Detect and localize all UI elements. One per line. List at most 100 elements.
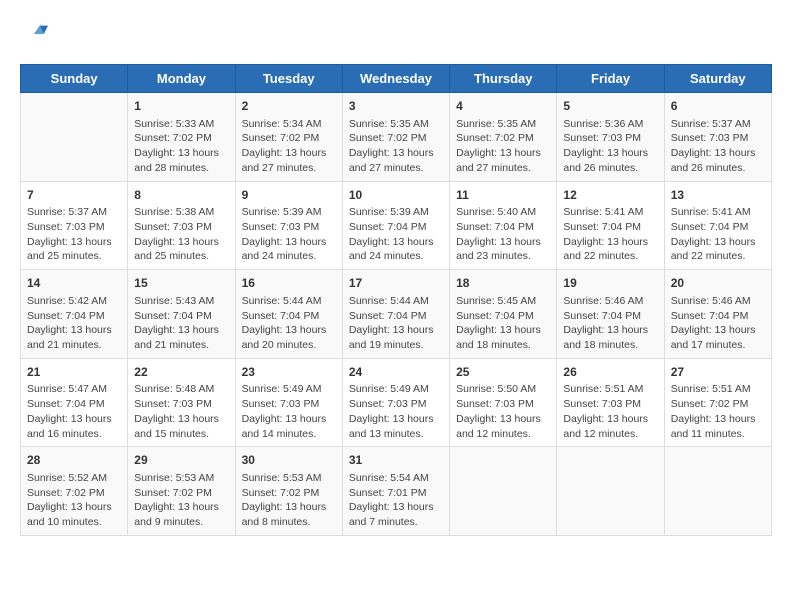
calendar-week-4: 21Sunrise: 5:47 AMSunset: 7:04 PMDayligh… xyxy=(21,358,772,447)
day-number: 31 xyxy=(349,452,443,469)
calendar-cell xyxy=(664,447,771,536)
cell-content: Sunrise: 5:52 AMSunset: 7:02 PMDaylight:… xyxy=(27,471,121,530)
day-number: 17 xyxy=(349,275,443,292)
cell-content: Sunrise: 5:35 AMSunset: 7:02 PMDaylight:… xyxy=(349,117,443,176)
cell-content: Sunrise: 5:44 AMSunset: 7:04 PMDaylight:… xyxy=(242,294,336,353)
weekday-header-tuesday: Tuesday xyxy=(235,65,342,93)
day-number: 6 xyxy=(671,98,765,115)
cell-content: Sunrise: 5:46 AMSunset: 7:04 PMDaylight:… xyxy=(563,294,657,353)
cell-content: Sunrise: 5:54 AMSunset: 7:01 PMDaylight:… xyxy=(349,471,443,530)
logo-icon xyxy=(20,20,48,48)
weekday-header-thursday: Thursday xyxy=(450,65,557,93)
calendar-cell: 3 Sunrise: 5:35 AMSunset: 7:02 PMDaylight… xyxy=(342,93,449,182)
day-number: 27 xyxy=(671,364,765,381)
day-number: 4 xyxy=(456,98,550,115)
weekday-header-monday: Monday xyxy=(128,65,235,93)
day-number: 7 xyxy=(27,187,121,204)
calendar-week-3: 14 Sunrise: 5:42 AMSunset: 7:04 PMDayligh… xyxy=(21,270,772,359)
day-number: 5 xyxy=(563,98,657,115)
day-number: 25 xyxy=(456,364,550,381)
day-number: 18 xyxy=(456,275,550,292)
day-number: 11 xyxy=(456,187,550,204)
calendar-week-2: 7Sunrise: 5:37 AMSunset: 7:03 PMDaylight… xyxy=(21,181,772,270)
cell-content: Sunrise: 5:43 AMSunset: 7:04 PMDaylight:… xyxy=(134,294,228,353)
cell-content: Sunrise: 5:47 AMSunset: 7:04 PMDaylight:… xyxy=(27,382,121,441)
cell-content: Sunrise: 5:50 AMSunset: 7:03 PMDaylight:… xyxy=(456,382,550,441)
cell-content: Sunrise: 5:39 AMSunset: 7:04 PMDaylight:… xyxy=(349,205,443,264)
calendar-cell: 18 Sunrise: 5:45 AMSunset: 7:04 PMDayligh… xyxy=(450,270,557,359)
cell-content: Sunrise: 5:36 AMSunset: 7:03 PMDaylight:… xyxy=(563,117,657,176)
calendar-cell: 8Sunrise: 5:38 AMSunset: 7:03 PMDaylight… xyxy=(128,181,235,270)
calendar-cell: 12Sunrise: 5:41 AMSunset: 7:04 PMDayligh… xyxy=(557,181,664,270)
calendar-cell: 7Sunrise: 5:37 AMSunset: 7:03 PMDaylight… xyxy=(21,181,128,270)
cell-content: Sunrise: 5:33 AMSunset: 7:02 PMDaylight:… xyxy=(134,117,228,176)
calendar-cell: 17 Sunrise: 5:44 AMSunset: 7:04 PMDayligh… xyxy=(342,270,449,359)
calendar-cell: 14 Sunrise: 5:42 AMSunset: 7:04 PMDayligh… xyxy=(21,270,128,359)
day-number: 2 xyxy=(242,98,336,115)
calendar-cell: 24Sunrise: 5:49 AMSunset: 7:03 PMDayligh… xyxy=(342,358,449,447)
cell-content: Sunrise: 5:48 AMSunset: 7:03 PMDaylight:… xyxy=(134,382,228,441)
calendar-cell: 23Sunrise: 5:49 AMSunset: 7:03 PMDayligh… xyxy=(235,358,342,447)
day-number: 3 xyxy=(349,98,443,115)
day-number: 16 xyxy=(242,275,336,292)
cell-content: Sunrise: 5:40 AMSunset: 7:04 PMDaylight:… xyxy=(456,205,550,264)
logo xyxy=(20,20,52,48)
day-number: 30 xyxy=(242,452,336,469)
day-number: 26 xyxy=(563,364,657,381)
weekday-header-saturday: Saturday xyxy=(664,65,771,93)
cell-content: Sunrise: 5:35 AMSunset: 7:02 PMDaylight:… xyxy=(456,117,550,176)
calendar-table: SundayMondayTuesdayWednesdayThursdayFrid… xyxy=(20,64,772,536)
cell-content: Sunrise: 5:41 AMSunset: 7:04 PMDaylight:… xyxy=(671,205,765,264)
calendar-cell: 20 Sunrise: 5:46 AMSunset: 7:04 PMDayligh… xyxy=(664,270,771,359)
calendar-cell: 10Sunrise: 5:39 AMSunset: 7:04 PMDayligh… xyxy=(342,181,449,270)
day-number: 28 xyxy=(27,452,121,469)
cell-content: Sunrise: 5:37 AMSunset: 7:03 PMDaylight:… xyxy=(27,205,121,264)
calendar-cell: 22Sunrise: 5:48 AMSunset: 7:03 PMDayligh… xyxy=(128,358,235,447)
cell-content: Sunrise: 5:44 AMSunset: 7:04 PMDaylight:… xyxy=(349,294,443,353)
calendar-cell: 19 Sunrise: 5:46 AMSunset: 7:04 PMDayligh… xyxy=(557,270,664,359)
calendar-cell: 9Sunrise: 5:39 AMSunset: 7:03 PMDaylight… xyxy=(235,181,342,270)
cell-content: Sunrise: 5:38 AMSunset: 7:03 PMDaylight:… xyxy=(134,205,228,264)
calendar-cell: 25Sunrise: 5:50 AMSunset: 7:03 PMDayligh… xyxy=(450,358,557,447)
calendar-cell: 11Sunrise: 5:40 AMSunset: 7:04 PMDayligh… xyxy=(450,181,557,270)
cell-content: Sunrise: 5:49 AMSunset: 7:03 PMDaylight:… xyxy=(242,382,336,441)
calendar-cell: 26Sunrise: 5:51 AMSunset: 7:03 PMDayligh… xyxy=(557,358,664,447)
cell-content: Sunrise: 5:51 AMSunset: 7:02 PMDaylight:… xyxy=(671,382,765,441)
day-number: 20 xyxy=(671,275,765,292)
day-number: 13 xyxy=(671,187,765,204)
day-number: 10 xyxy=(349,187,443,204)
calendar-cell: 28 Sunrise: 5:52 AMSunset: 7:02 PMDayligh… xyxy=(21,447,128,536)
calendar-header: SundayMondayTuesdayWednesdayThursdayFrid… xyxy=(21,65,772,93)
cell-content: Sunrise: 5:37 AMSunset: 7:03 PMDaylight:… xyxy=(671,117,765,176)
day-number: 14 xyxy=(27,275,121,292)
day-number: 8 xyxy=(134,187,228,204)
calendar-cell: 4 Sunrise: 5:35 AMSunset: 7:02 PMDaylight… xyxy=(450,93,557,182)
weekday-header-sunday: Sunday xyxy=(21,65,128,93)
calendar-week-5: 28 Sunrise: 5:52 AMSunset: 7:02 PMDayligh… xyxy=(21,447,772,536)
day-number: 1 xyxy=(134,98,228,115)
cell-content: Sunrise: 5:51 AMSunset: 7:03 PMDaylight:… xyxy=(563,382,657,441)
calendar-cell: 16 Sunrise: 5:44 AMSunset: 7:04 PMDayligh… xyxy=(235,270,342,359)
day-number: 23 xyxy=(242,364,336,381)
calendar-cell: 6 Sunrise: 5:37 AMSunset: 7:03 PMDaylight… xyxy=(664,93,771,182)
weekday-header-friday: Friday xyxy=(557,65,664,93)
cell-content: Sunrise: 5:41 AMSunset: 7:04 PMDaylight:… xyxy=(563,205,657,264)
calendar-week-1: 1 Sunrise: 5:33 AMSunset: 7:02 PMDaylight… xyxy=(21,93,772,182)
cell-content: Sunrise: 5:53 AMSunset: 7:02 PMDaylight:… xyxy=(134,471,228,530)
page-header xyxy=(20,20,772,48)
calendar-cell: 27Sunrise: 5:51 AMSunset: 7:02 PMDayligh… xyxy=(664,358,771,447)
calendar-cell: 2 Sunrise: 5:34 AMSunset: 7:02 PMDaylight… xyxy=(235,93,342,182)
calendar-cell xyxy=(21,93,128,182)
day-number: 15 xyxy=(134,275,228,292)
cell-content: Sunrise: 5:46 AMSunset: 7:04 PMDaylight:… xyxy=(671,294,765,353)
calendar-cell: 31 Sunrise: 5:54 AMSunset: 7:01 PMDayligh… xyxy=(342,447,449,536)
cell-content: Sunrise: 5:42 AMSunset: 7:04 PMDaylight:… xyxy=(27,294,121,353)
calendar-cell xyxy=(450,447,557,536)
cell-content: Sunrise: 5:45 AMSunset: 7:04 PMDaylight:… xyxy=(456,294,550,353)
day-number: 21 xyxy=(27,364,121,381)
cell-content: Sunrise: 5:34 AMSunset: 7:02 PMDaylight:… xyxy=(242,117,336,176)
cell-content: Sunrise: 5:53 AMSunset: 7:02 PMDaylight:… xyxy=(242,471,336,530)
day-number: 9 xyxy=(242,187,336,204)
day-number: 19 xyxy=(563,275,657,292)
calendar-cell: 29Sunrise: 5:53 AMSunset: 7:02 PMDayligh… xyxy=(128,447,235,536)
